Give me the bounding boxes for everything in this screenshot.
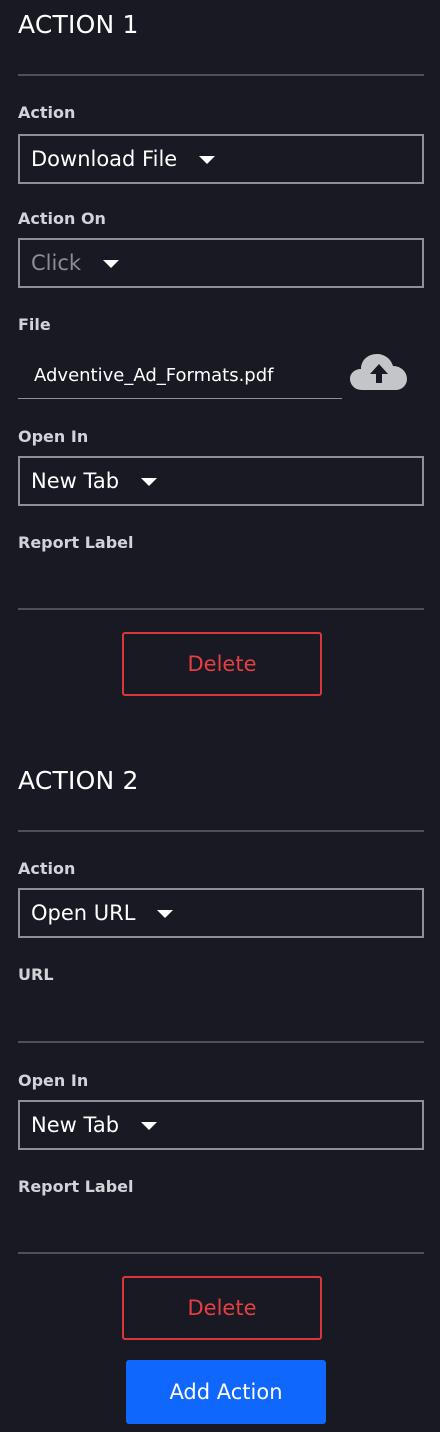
action-1-action-label: Action <box>18 103 76 122</box>
caret-down-icon <box>199 156 216 164</box>
action-1-title: ACTION 1 <box>18 10 139 39</box>
action-2-report-label: Report Label <box>18 1177 134 1196</box>
action-1-report-label: Report Label <box>18 533 134 552</box>
action-1-action-on-select[interactable]: Click <box>18 238 424 288</box>
action-2-action-label: Action <box>18 859 76 878</box>
action-1-open-in-select[interactable]: New Tab <box>18 456 424 506</box>
action-2-action-select[interactable]: Open URL <box>18 888 424 938</box>
action-1-action-on-label: Action On <box>18 209 106 228</box>
action-1-action-on-value: Click <box>31 251 82 275</box>
action-1-action-select[interactable]: Download File <box>18 134 424 184</box>
action-2-open-in-label: Open In <box>18 1071 89 1090</box>
caret-down-icon <box>157 910 174 918</box>
action-1-title-divider <box>18 74 424 76</box>
add-action-button[interactable]: Add Action <box>126 1360 326 1424</box>
action-1-report-label-input[interactable] <box>18 572 424 610</box>
action-2-title: ACTION 2 <box>18 766 139 795</box>
action-2-open-in-value: New Tab <box>31 1113 120 1137</box>
action-2-title-divider <box>18 830 424 832</box>
action-1-action-value: Download File <box>31 147 178 171</box>
action-2-url-input[interactable] <box>18 1005 424 1043</box>
action-1-file-field[interactable]: Adventive_Ad_Formats.pdf <box>18 352 342 399</box>
caret-down-icon <box>141 478 158 486</box>
action-2-delete-button[interactable]: Delete <box>122 1276 322 1340</box>
action-2-action-value: Open URL <box>31 901 136 925</box>
caret-down-icon <box>103 260 120 268</box>
action-1-open-in-value: New Tab <box>31 469 120 493</box>
action-2-url-label: URL <box>18 965 54 984</box>
cloud-upload-icon[interactable] <box>350 352 408 392</box>
action-1-file-name: Adventive_Ad_Formats.pdf <box>34 364 274 386</box>
caret-down-icon <box>141 1122 158 1130</box>
action-1-open-in-label: Open In <box>18 427 89 446</box>
action-1-file-label: File <box>18 315 51 334</box>
action-2-report-label-input[interactable] <box>18 1216 424 1254</box>
action-1-delete-button[interactable]: Delete <box>122 632 322 696</box>
action-2-open-in-select[interactable]: New Tab <box>18 1100 424 1150</box>
